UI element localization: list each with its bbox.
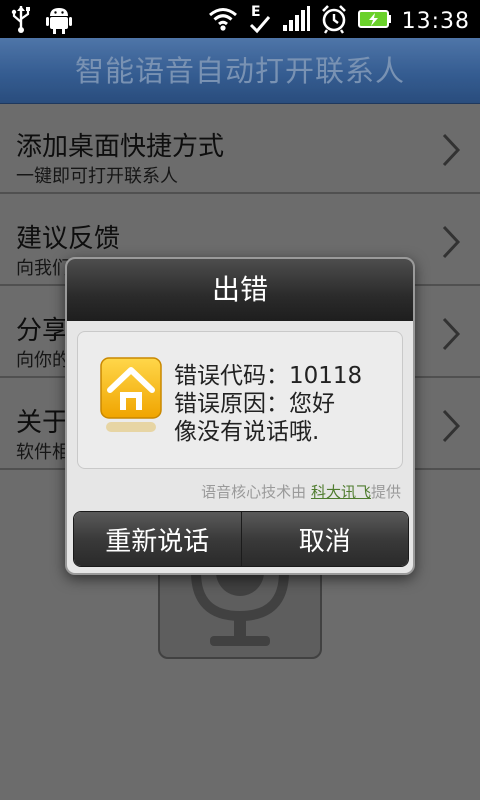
dialog-button-row: 重新说话 取消 bbox=[73, 511, 409, 567]
iflytek-link[interactable]: 科大讯飞 bbox=[311, 483, 371, 501]
retry-button[interactable]: 重新说话 bbox=[74, 512, 241, 566]
error-reason-text: 错误原因：您好 bbox=[174, 391, 335, 417]
dialog-message-box: 错误代码：10118 错误原因：您好 像没有说话哦. bbox=[77, 331, 403, 469]
dialog-title: 出错 bbox=[211, 273, 268, 306]
usb-icon bbox=[10, 4, 32, 38]
android-icon bbox=[46, 4, 72, 38]
credit-prefix: 语音核心技术由 bbox=[201, 483, 307, 501]
error-reason-text-continued: 像没有说话哦. bbox=[174, 419, 320, 445]
cancel-button[interactable]: 取消 bbox=[240, 512, 408, 566]
svg-text:E: E bbox=[251, 4, 261, 20]
credit-line: 语音核心技术由 科大讯飞提供 bbox=[201, 481, 401, 502]
error-dialog: 出错 错误代码：10118 错误原因：您好 像没有说话哦. 语音核心技术由 科大… bbox=[65, 257, 415, 575]
error-code-text: 错误代码：10118 bbox=[174, 363, 363, 389]
status-bar: E 13:38 bbox=[0, 0, 480, 38]
app-logo-icon bbox=[100, 357, 162, 432]
clock-time: 13:38 bbox=[401, 8, 470, 34]
wifi-icon bbox=[208, 6, 238, 36]
edge-signal-icon: E bbox=[248, 3, 272, 39]
dialog-header: 出错 bbox=[67, 259, 413, 321]
battery-charging-icon bbox=[357, 9, 392, 33]
signal-bars-icon bbox=[282, 6, 310, 36]
credit-suffix: 提供 bbox=[370, 483, 401, 501]
alarm-icon bbox=[320, 4, 348, 38]
error-message: 错误代码：10118 错误原因：您好 像没有说话哦. bbox=[174, 362, 396, 446]
